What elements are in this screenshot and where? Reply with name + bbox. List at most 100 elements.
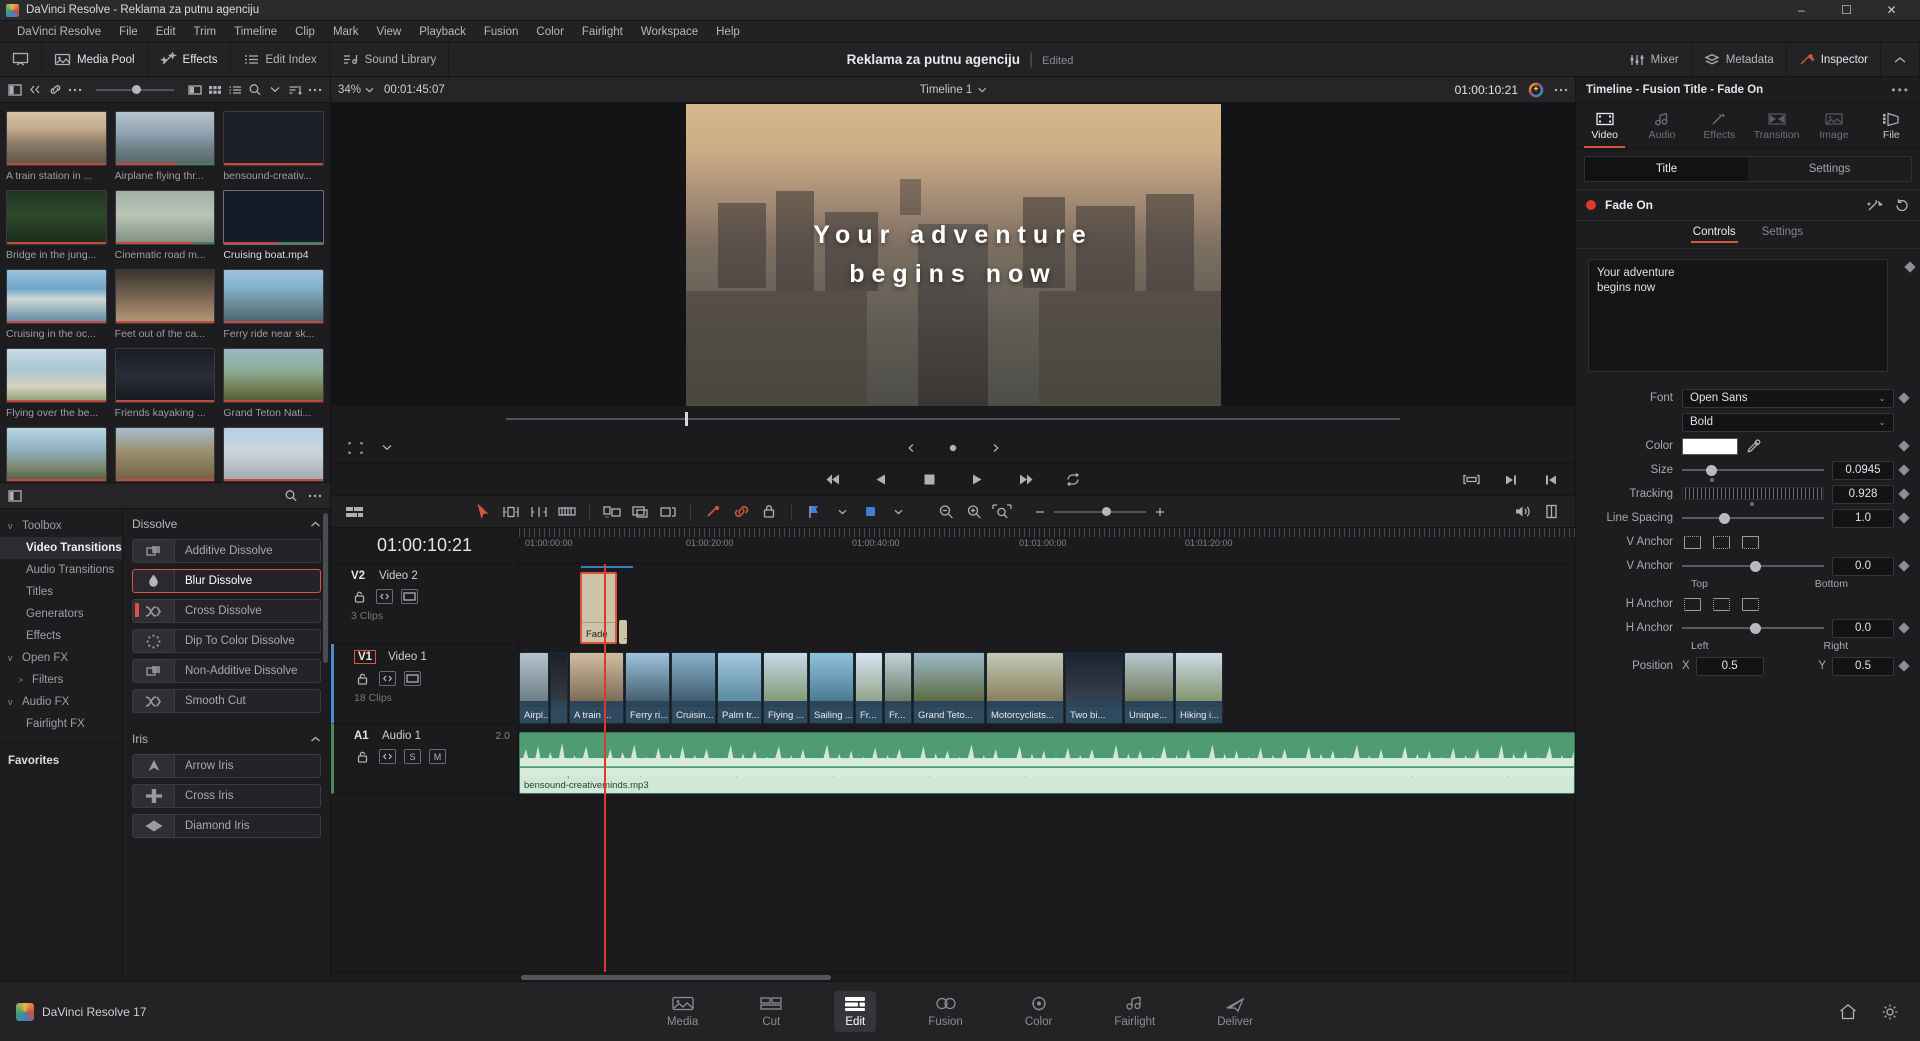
media-thumb-9[interactable]: Flying over the be... — [6, 348, 107, 419]
sidebar-toggle-icon[interactable] — [6, 82, 24, 98]
media-thumb-12[interactable] — [6, 427, 107, 482]
v-anchor-bottom-button[interactable] — [1742, 535, 1759, 549]
color-swatch[interactable] — [1682, 437, 1738, 455]
h-anchor-left-button[interactable] — [1684, 597, 1701, 611]
media-thumb-6[interactable]: Cruising in the oc... — [6, 269, 107, 340]
menu-item-6[interactable]: Mark — [324, 21, 368, 43]
position-y-value[interactable]: 0.5 — [1832, 656, 1894, 676]
scrollbar-thumb[interactable] — [521, 975, 831, 980]
maximize-button[interactable]: ☐ — [1824, 0, 1869, 21]
media-thumb-4[interactable]: Cinematic road m... — [114, 190, 216, 261]
media-thumb-2[interactable]: bensound-creativ... — [223, 111, 324, 182]
timeline-v1-clip-6[interactable]: Flying ... — [763, 652, 808, 724]
marker-dot-icon[interactable] — [943, 438, 963, 458]
snapping-icon[interactable] — [598, 499, 626, 525]
effect-blur-dissolve[interactable]: Blur Dissolve — [132, 569, 321, 593]
tracking-value[interactable]: 0.928 — [1832, 484, 1894, 504]
minimize-button[interactable]: – — [1779, 0, 1824, 21]
effects-options-icon[interactable] — [306, 488, 324, 504]
timeline-v1-clip-13[interactable]: Unique... — [1124, 652, 1174, 724]
line-spacing-keyframe-button[interactable] — [1894, 512, 1914, 524]
media-thumb-3[interactable]: Bridge in the jung... — [6, 190, 107, 261]
segment-settings[interactable]: Settings — [1748, 157, 1911, 181]
track-v2-lock-icon[interactable] — [351, 589, 368, 604]
menu-item-9[interactable]: Fusion — [475, 21, 528, 43]
media-thumb-5[interactable]: Cruising boat.mp4 — [223, 190, 324, 261]
timeline-zoom-slider[interactable] — [1054, 506, 1146, 518]
h-anchor-slider[interactable] — [1682, 621, 1824, 635]
menu-item-12[interactable]: Workspace — [632, 21, 707, 43]
inspector-tab-file[interactable]: File — [1863, 103, 1920, 148]
line-spacing-value[interactable]: 1.0 — [1832, 508, 1894, 528]
track-v1-video-enable-icon[interactable] — [404, 671, 421, 686]
text-keyframe-button[interactable] — [1900, 261, 1920, 273]
timeline-panel-toggle-icon[interactable] — [1537, 499, 1565, 525]
menu-item-2[interactable]: Edit — [147, 21, 185, 43]
font-style-select[interactable]: Bold ⌄ — [1682, 412, 1894, 432]
flag-overlay-icon[interactable] — [626, 499, 654, 525]
tree-item-audiofx[interactable]: v Audio FX — [0, 691, 122, 713]
page-color[interactable]: Color — [1015, 991, 1062, 1032]
timeline-playhead[interactable] — [604, 564, 606, 972]
media-thumb-0[interactable]: A train station in ... — [6, 111, 107, 182]
page-fusion[interactable]: Fusion — [918, 991, 973, 1032]
timeline-v1-clip-7[interactable]: Sailing ... — [809, 652, 854, 724]
media-pool-options-icon[interactable] — [306, 82, 324, 98]
effect-non-additive-dissolve[interactable]: Non-Additive Dissolve — [132, 659, 321, 683]
timeline-viewer[interactable]: Your adventure begins now — [331, 103, 1575, 406]
effect-cross-dissolve[interactable]: Cross Dissolve — [132, 599, 321, 623]
effects-sidebar-toggle-icon[interactable] — [6, 488, 24, 504]
tree-item-favorites[interactable]: Favorites — [0, 750, 122, 772]
media-thumb-14[interactable] — [223, 427, 324, 482]
v-anchor-value[interactable]: 0.0 — [1832, 556, 1894, 576]
timeline-v1-clip-12[interactable]: Two bi... — [1065, 652, 1123, 724]
h-anchor-value[interactable]: 0.0 — [1832, 618, 1894, 638]
v-anchor-middle-button[interactable] — [1713, 535, 1730, 549]
media-thumb-13[interactable] — [114, 427, 216, 482]
timeline-name-select[interactable]: Timeline 1 — [920, 84, 987, 96]
selection-tool-icon[interactable] — [469, 499, 497, 525]
menu-item-7[interactable]: View — [368, 21, 411, 43]
nav-back-icon[interactable] — [26, 82, 44, 98]
audio-volume-icon[interactable] — [1509, 499, 1537, 525]
effect-cross-iris[interactable]: Cross Iris — [132, 784, 321, 808]
timeline-v1-clip-3[interactable]: Ferry ri... — [625, 652, 670, 724]
segment-title[interactable]: Title — [1585, 157, 1748, 181]
loop-button[interactable] — [1063, 470, 1083, 490]
viewer-mode-icon[interactable] — [345, 438, 365, 458]
h-anchor-center-button[interactable] — [1713, 597, 1730, 611]
inspector-tab-video[interactable]: Video — [1576, 103, 1633, 148]
track-header-v1[interactable]: V1 Video 1 18 Clips — [331, 644, 518, 724]
menu-item-10[interactable]: Color — [527, 21, 572, 43]
effect-additive-dissolve[interactable]: Additive Dissolve — [132, 539, 321, 563]
color-wheel-icon[interactable] — [1528, 82, 1544, 98]
track-header-a1[interactable]: A1 Audio 1 2.0 S M — [331, 724, 518, 794]
line-spacing-slider[interactable] — [1682, 511, 1824, 525]
prev-marker-icon[interactable] — [901, 438, 921, 458]
fit-screen-icon[interactable] — [1461, 470, 1481, 490]
timeline-v1-clip-10[interactable]: Grand Teto... — [913, 652, 985, 724]
media-thumb-11[interactable]: Grand Teton Nati... — [223, 348, 324, 419]
timeline-clips-area[interactable]: Fade .. Airpl... — [519, 564, 1575, 972]
track-a1-lock-icon[interactable] — [354, 749, 371, 764]
grid-view-icon[interactable] — [206, 82, 224, 98]
position-x-value[interactable]: 0.5 — [1695, 656, 1764, 676]
tree-item-fairlightfx[interactable]: Fairlight FX — [0, 713, 122, 735]
jump-start-button[interactable] — [823, 470, 843, 490]
timeline-audio-clip[interactable]: bensound-creativeminds.mp3 — [519, 732, 1575, 794]
effects-list-scrollbar[interactable] — [323, 513, 328, 663]
toolbar-inspector[interactable]: Inspector — [1787, 43, 1881, 76]
menu-item-3[interactable]: Trim — [185, 21, 226, 43]
track-header-v2[interactable]: V2 Video 2 3 Clips — [331, 564, 518, 644]
tree-item-titles[interactable]: Titles — [0, 581, 122, 603]
reset-effect-icon[interactable] — [1894, 198, 1910, 213]
menu-item-11[interactable]: Fairlight — [573, 21, 632, 43]
page-media[interactable]: Media — [657, 991, 708, 1032]
sort-icon[interactable] — [286, 82, 304, 98]
search-icon[interactable] — [246, 82, 264, 98]
chevron-down-icon[interactable] — [266, 82, 284, 98]
toolbar-sound-library[interactable]: Sound Library — [330, 43, 450, 76]
track-v1-lock-icon[interactable] — [354, 671, 371, 686]
tracking-keyframe-button[interactable] — [1894, 488, 1914, 500]
timeline-v1-clip-5[interactable]: Palm tr... — [717, 652, 762, 724]
